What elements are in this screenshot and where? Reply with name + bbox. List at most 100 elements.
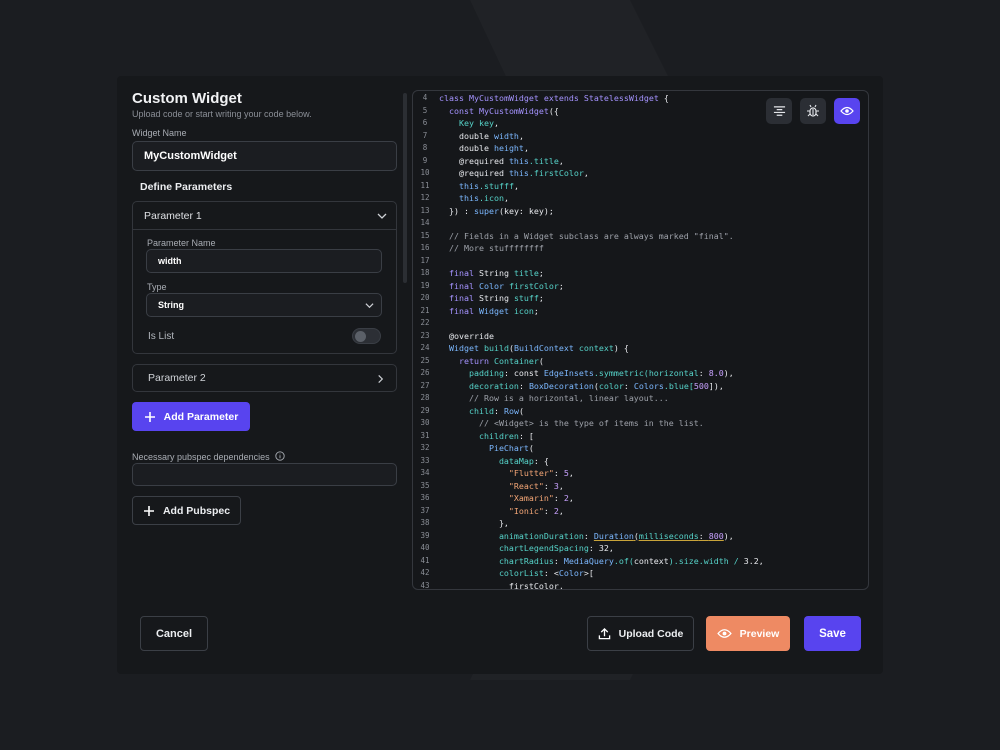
line-number: 33 — [420, 455, 430, 465]
code-text: this.stufff, — [437, 180, 519, 193]
code-line: 37 "Ionic": 2, — [413, 505, 868, 518]
chevron-down-icon — [377, 213, 387, 219]
code-token: return — [439, 355, 494, 366]
parameter-name-field[interactable]: width — [146, 249, 382, 273]
add-pubspec-button[interactable]: Add Pubspec — [132, 496, 241, 525]
preview-toggle-button[interactable] — [834, 98, 860, 124]
code-token: extends — [543, 93, 584, 103]
code-token: : — [493, 405, 504, 416]
code-token: "Flutter" — [439, 468, 554, 478]
code-text: return Container( — [437, 355, 544, 368]
code-token: const — [439, 105, 479, 116]
line-number: 24 — [420, 343, 430, 352]
line-number: 5 — [422, 105, 428, 115]
save-button[interactable]: Save — [804, 616, 861, 651]
parameter-1-card: Parameter 1 Parameter Name width Type St… — [132, 201, 397, 354]
code-text: // More stuffffffff — [437, 242, 544, 255]
line-number: 4 — [422, 93, 428, 102]
code-text: Key key, — [437, 117, 499, 130]
code-line: 29 child: Row( — [413, 405, 868, 418]
code-token: @required — [439, 155, 509, 166]
code-line: 26 padding: const EdgeInsets.symmetric(h… — [413, 367, 868, 380]
code-token: , — [558, 155, 564, 166]
code-token: ) { — [613, 343, 629, 353]
code-token: // <Widget> is the type of items in the … — [439, 418, 704, 428]
left-panel-scrollbar[interactable] — [403, 93, 407, 283]
code-line: 17 — [413, 255, 868, 268]
code-token: ( — [518, 405, 524, 416]
line-number: 12 — [420, 193, 430, 202]
code-token: ; — [533, 305, 539, 316]
code-line: 24 Widget build(BuildContext context) { — [413, 342, 868, 355]
debug-button[interactable] — [800, 98, 826, 124]
line-number: 38 — [420, 518, 430, 527]
code-token: .firstColor — [528, 168, 584, 178]
code-text: "React": 3, — [437, 480, 564, 493]
widget-name-label: Widget Name — [132, 128, 187, 138]
code-line: 7 double width, — [413, 130, 868, 143]
code-token: context — [633, 555, 669, 566]
code-text: // <Widget> is the type of items in the … — [437, 417, 704, 430]
code-token: height — [493, 143, 524, 153]
code-token: }, — [439, 518, 509, 528]
upload-code-button[interactable]: Upload Code — [587, 616, 694, 651]
save-label: Save — [819, 627, 846, 640]
code-token: ).size.width / — [668, 555, 744, 566]
code-token: color — [598, 380, 624, 391]
code-token: >[ — [583, 568, 594, 578]
code-text: child: Row( — [437, 405, 524, 418]
add-parameter-button[interactable]: Add Parameter — [132, 402, 250, 431]
code-token: : — [553, 555, 564, 566]
code-token: width — [493, 130, 519, 141]
code-token: title — [513, 268, 539, 278]
code-line: 40 chartLegendSpacing: 32, — [413, 542, 868, 555]
code-token: , — [503, 193, 509, 203]
code-token: ), — [723, 530, 734, 541]
preview-button[interactable]: Preview — [706, 616, 790, 651]
modal-title: Custom Widget — [132, 90, 242, 107]
parameter-1-header[interactable]: Parameter 1 — [133, 202, 396, 230]
code-line: 43 firstColor, — [413, 580, 868, 590]
line-number: 16 — [420, 243, 430, 252]
code-token: ; — [538, 293, 544, 303]
code-token: PieChart — [439, 443, 529, 453]
info-icon[interactable] — [275, 451, 285, 461]
upload-code-label: Upload Code — [618, 627, 684, 640]
parameter-name-value: width — [158, 256, 182, 266]
line-number: 20 — [420, 293, 430, 302]
is-list-toggle[interactable] — [352, 328, 381, 344]
code-token: this — [439, 180, 479, 191]
code-line: 28 // Row is a horizontal, linear layout… — [413, 392, 868, 405]
code-text: final String title; — [437, 267, 544, 280]
code-token: .of( — [613, 555, 634, 566]
eye-icon — [840, 106, 854, 116]
code-token: String — [478, 268, 514, 278]
line-number: 21 — [420, 305, 430, 315]
code-text: double height, — [437, 142, 529, 155]
code-text: firstColor, — [437, 580, 564, 590]
code-token: .symmetric( — [593, 368, 649, 378]
parameter-2-title: Parameter 2 — [148, 372, 206, 384]
parameter-2-card[interactable]: Parameter 2 — [132, 364, 397, 392]
code-editor[interactable]: 4 class MyCustomWidget extends StatelessW… — [412, 90, 869, 590]
line-number: 9 — [422, 155, 428, 165]
type-select[interactable]: String — [146, 293, 382, 317]
code-token: chartRadius — [439, 555, 554, 566]
code-token: animationDuration — [439, 530, 584, 541]
pubspec-field[interactable] — [132, 463, 397, 486]
eye-icon — [716, 629, 732, 638]
code-line: 38 }, — [413, 517, 868, 530]
code-token: MyCustomWidget — [468, 93, 544, 103]
format-code-button[interactable] — [766, 98, 792, 124]
code-text: animationDuration: Duration(milliseconds… — [437, 530, 734, 543]
upload-icon — [598, 627, 610, 640]
code-line: 22 — [413, 317, 868, 330]
chevron-right-icon — [378, 374, 384, 384]
code-text: }, — [437, 517, 509, 530]
widget-name-field[interactable]: MyCustomWidget — [132, 141, 397, 171]
code-token: class — [439, 93, 469, 103]
cancel-button[interactable]: Cancel — [140, 616, 208, 651]
code-line: 41 chartRadius: MediaQuery.of(context).s… — [413, 555, 868, 568]
type-select-value: String — [158, 300, 184, 310]
code-token: final — [439, 280, 479, 291]
